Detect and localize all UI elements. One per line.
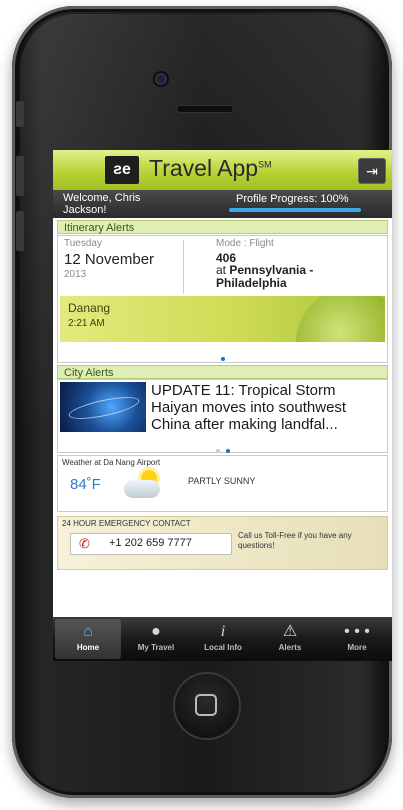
tab-bar: ⌂ Home ● My Travel i Local Info ⚠ Alerts • •…: [53, 617, 392, 661]
itinerary-date: 12 November: [64, 251, 155, 268]
tab-label: Home: [76, 643, 100, 652]
news-image: [60, 382, 146, 432]
tab-more[interactable]: • • • More: [324, 619, 390, 659]
logout-icon: ⇥: [366, 163, 378, 179]
profile-progress-bar: [229, 208, 361, 212]
profile-progress-fill: [229, 208, 361, 212]
service-mark: SM: [258, 159, 272, 170]
pager-dot[interactable]: [215, 449, 220, 453]
profile-progress-label: Profile Progress: 100%: [236, 193, 349, 205]
city-alerts-header: City Alerts: [57, 365, 388, 379]
destination-banner[interactable]: Danang 2:21 AM: [60, 296, 385, 342]
tab-label: My Travel: [137, 643, 175, 652]
welcome-text: Welcome, Chris Jackson!: [63, 192, 141, 216]
earpiece-speaker: [177, 106, 233, 112]
globe-image: [296, 296, 385, 342]
pager-dot-active[interactable]: [225, 449, 230, 453]
front-camera: [155, 73, 167, 85]
app-screen: ƨe Travel AppSM ⇥ Welcome, Chris Jackson…: [53, 150, 392, 661]
emergency-phone-number: +1 202 659 7777: [109, 537, 192, 549]
phone-frame: ƨe Travel AppSM ⇥ Welcome, Chris Jackson…: [12, 6, 392, 798]
volume-up-button: [16, 156, 24, 196]
app-header: ƨe Travel AppSM ⇥: [53, 150, 392, 190]
pager-dot-active[interactable]: [220, 357, 225, 361]
itinerary-mode: Mode : Flight: [216, 238, 274, 249]
more-icon: • • •: [344, 623, 370, 640]
itinerary-divider: [183, 240, 184, 294]
warning-icon: ⚠: [282, 623, 298, 640]
cloud-shape: [124, 480, 160, 498]
home-button[interactable]: [175, 674, 239, 738]
banner-time: 2:21 AM: [68, 318, 105, 329]
emergency-contact-card: 24 HOUR EMERGENCY CONTACT ✆ +1 202 659 7…: [57, 516, 388, 570]
itinerary-alerts-header: Itinerary Alerts: [57, 220, 388, 234]
itinerary-alert-card[interactable]: Tuesday 12 November 2013 Mode : Flight 4…: [57, 235, 388, 363]
weather-location-label: Weather at Da Nang Airport: [62, 458, 161, 467]
mute-switch: [16, 101, 24, 127]
home-icon: ⌂: [83, 623, 93, 640]
phone-icon: ✆: [79, 536, 90, 551]
destination-name: Pennsylvania - Philadelphia: [216, 263, 314, 290]
emergency-note: Call us Toll-Free if you have any questi…: [238, 531, 352, 550]
weather-card[interactable]: Weather at Da Nang Airport 84˚F PARTLY S…: [57, 455, 388, 512]
city-alert-card[interactable]: UPDATE 11: Tropical Storm Haiyan moves i…: [57, 379, 388, 453]
app-logo: ƨe: [105, 156, 139, 184]
itinerary-pager: [58, 348, 387, 366]
balloon-icon: ●: [151, 623, 161, 640]
emergency-call-button[interactable]: ✆ +1 202 659 7777: [70, 533, 232, 555]
welcome-bar: Welcome, Chris Jackson! Profile Progress…: [53, 190, 392, 218]
app-title: Travel AppSM: [149, 155, 272, 182]
partly-sunny-icon: [124, 470, 164, 500]
tab-alerts[interactable]: ⚠ Alerts: [257, 619, 323, 659]
tab-label: More: [347, 643, 367, 652]
tab-my-travel[interactable]: ● My Travel: [123, 619, 189, 659]
volume-down-button: [16, 211, 24, 251]
tab-local-info[interactable]: i Local Info: [190, 619, 256, 659]
flight-destination: at Pennsylvania - Philadelphia: [216, 264, 382, 290]
logout-button[interactable]: ⇥: [358, 158, 386, 184]
app-title-text: Travel App: [149, 155, 259, 181]
destination-prefix: at: [216, 263, 227, 277]
info-icon: i: [220, 623, 226, 640]
weather-condition: PARTLY SUNNY: [188, 476, 256, 486]
itinerary-year: 2013: [64, 269, 87, 280]
banner-city: Danang: [68, 301, 111, 315]
emergency-title: 24 HOUR EMERGENCY CONTACT: [62, 519, 191, 528]
itinerary-day: Tuesday: [64, 238, 102, 249]
city-alert-headline: UPDATE 11: Tropical Storm Haiyan moves i…: [151, 382, 347, 433]
tab-home[interactable]: ⌂ Home: [55, 619, 121, 659]
tab-label: Local Info: [204, 643, 242, 652]
home-button-icon: [195, 694, 217, 716]
tab-label: Alerts: [278, 643, 302, 652]
weather-temperature: 84˚F: [70, 476, 101, 493]
